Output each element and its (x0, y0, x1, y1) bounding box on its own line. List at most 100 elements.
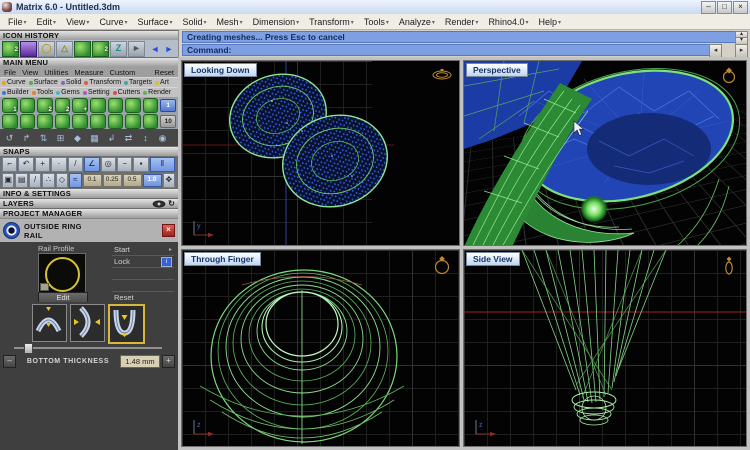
history-back-arrow[interactable]: ◄ (148, 43, 162, 55)
tab-curve[interactable]: Curve (2, 79, 26, 86)
builder-counter-chip[interactable]: 1 (160, 98, 176, 112)
history-icon-circle[interactable]: ◯ (38, 40, 55, 57)
builder-tool-icon[interactable] (89, 113, 106, 129)
snap-increment-01[interactable]: 0.1 (82, 173, 102, 187)
thickness-slider-handle[interactable] (24, 343, 33, 354)
snap-button[interactable]: ∴ (42, 172, 55, 188)
viewport-looking-down[interactable]: y Looking Down (181, 60, 460, 246)
tab-render[interactable]: Render (143, 89, 171, 96)
snap-button[interactable]: · (51, 156, 67, 172)
snap-pause-button[interactable]: ‖ (149, 156, 176, 172)
builder-tool-icon[interactable] (107, 113, 124, 129)
snap-button[interactable]: ◎ (100, 156, 116, 172)
snap-increment-05[interactable]: 0.5 (122, 173, 142, 187)
viewport-label-perspective[interactable]: Perspective (466, 63, 528, 77)
builder-tool-icon[interactable] (72, 113, 88, 129)
transform-tool-icon[interactable]: ↕ (138, 131, 153, 145)
history-icon-sweep[interactable] (74, 40, 91, 57)
project-manager-header[interactable]: PROJECT MANAGER (0, 208, 178, 218)
builder-tool-icon[interactable] (142, 97, 159, 113)
builder-tool-icon[interactable] (142, 113, 159, 129)
builder-tool-icon[interactable]: + (72, 97, 88, 113)
snap-move-button[interactable]: ✥ (162, 172, 175, 188)
info-settings-header[interactable]: INFO & SETTINGS (0, 188, 178, 198)
thickness-decrease-button[interactable]: – (3, 354, 16, 368)
profile-style-u-button-selected[interactable] (108, 304, 145, 344)
mm-view[interactable]: View (22, 68, 38, 77)
menu-dimension[interactable]: Dimension▾ (249, 16, 306, 28)
snap-button[interactable]: ▪ (133, 156, 149, 172)
profile-style-crescent-button[interactable] (70, 304, 105, 342)
builder-tool-icon[interactable] (37, 113, 53, 129)
builder-tool-icon[interactable] (19, 97, 36, 113)
snap-button[interactable]: ▤ (15, 172, 28, 188)
viewport-label-through-finger[interactable]: Through Finger (184, 252, 261, 266)
mm-reset[interactable]: Reset (154, 68, 174, 77)
builder-counter-chip[interactable]: 10 (160, 114, 176, 128)
history-icon-cylinder[interactable] (20, 40, 37, 57)
thickness-increase-button[interactable]: + (162, 354, 175, 368)
menu-analyze[interactable]: Analyze▾ (395, 16, 441, 28)
snap-button[interactable]: ▣ (2, 172, 15, 188)
tab-targets[interactable]: Targets (124, 79, 152, 86)
transform-tool-icon[interactable]: ◆ (70, 131, 85, 145)
tab-gems[interactable]: Gems (56, 89, 80, 96)
mm-measure[interactable]: Measure (74, 68, 103, 77)
layers-header[interactable]: LAYERS ↻ (0, 198, 178, 208)
eye-icon[interactable] (152, 200, 166, 208)
snap-button-active[interactable]: ≈ (69, 172, 82, 188)
command-input-line[interactable]: Command: (182, 44, 710, 56)
transform-tool-icon[interactable]: ↱ (19, 131, 34, 145)
builder-tool-icon[interactable]: 2 (37, 97, 53, 113)
transform-tool-icon[interactable]: ⇅ (36, 131, 51, 145)
command-nav-left[interactable]: ◂ (709, 44, 722, 58)
mm-custom[interactable]: Custom (110, 68, 136, 77)
tab-transform[interactable]: Transform (84, 79, 121, 86)
snap-button[interactable]: / (28, 172, 42, 188)
transform-tool-icon[interactable]: ↲ (104, 131, 119, 145)
menu-view[interactable]: View▾ (62, 16, 95, 28)
snap-button[interactable]: ⌐ (2, 156, 18, 172)
builder-tool-icon[interactable] (19, 113, 36, 129)
history-icon-curve-z[interactable]: Z (110, 40, 127, 57)
builder-tool-icon[interactable] (125, 113, 141, 129)
menu-surface[interactable]: Surface▾ (133, 16, 178, 28)
ring-front-view-icon[interactable] (431, 255, 453, 275)
transform-tool-icon[interactable]: ⇄ (121, 131, 136, 145)
transform-tool-icon[interactable]: ⊞ (53, 131, 68, 145)
viewport-perspective[interactable]: Perspective (463, 60, 747, 246)
tab-solid[interactable]: Solid (60, 79, 81, 86)
restore-button[interactable]: □ (717, 1, 732, 14)
tab-setting[interactable]: Setting (82, 89, 110, 96)
viewport-side-view[interactable]: z Side View (463, 249, 747, 447)
snap-button-active[interactable]: ∠ (84, 156, 100, 172)
command-nav-right[interactable]: ▸ (735, 44, 748, 58)
builder-tool-icon[interactable] (89, 97, 106, 113)
builder-tool-icon[interactable] (2, 113, 18, 129)
snap-increment-025[interactable]: 0.25 (102, 173, 122, 187)
close-button[interactable]: × (733, 1, 748, 14)
menu-tools[interactable]: Tools▾ (360, 16, 395, 28)
project-item-outside-ring[interactable]: OUTSIDE RING RAIL × (0, 218, 178, 242)
snap-button[interactable]: / (67, 156, 84, 172)
thickness-slider-track[interactable] (14, 343, 162, 354)
ring-side-view-icon[interactable] (718, 255, 740, 277)
tab-builder[interactable]: Builder (2, 89, 29, 96)
rail-profile-thumbnail[interactable] (38, 253, 86, 293)
builder-tool-icon[interactable] (125, 97, 141, 113)
history-icon-rail[interactable]: 2 (92, 40, 109, 57)
ring-top-view-icon[interactable] (431, 66, 453, 82)
menu-render[interactable]: Render▾ (441, 16, 485, 28)
transform-tool-icon[interactable]: ◉ (155, 131, 170, 145)
builder-tool-icon[interactable]: 2 (54, 97, 71, 113)
snap-button[interactable]: ↶ (18, 156, 34, 172)
history-icon-builder[interactable]: 2 (2, 40, 19, 57)
mm-file[interactable]: File (4, 68, 16, 77)
tab-art[interactable]: Art (155, 79, 169, 86)
snap-increment-10-active[interactable]: 1.0 (142, 173, 162, 187)
history-icon-pointer[interactable]: ► (128, 40, 145, 57)
tab-tools[interactable]: Tools (31, 89, 53, 96)
tab-cutters[interactable]: Cutters (112, 89, 140, 96)
viewport-label-looking-down[interactable]: Looking Down (184, 63, 257, 77)
menu-transform[interactable]: Transform▾ (305, 16, 360, 28)
